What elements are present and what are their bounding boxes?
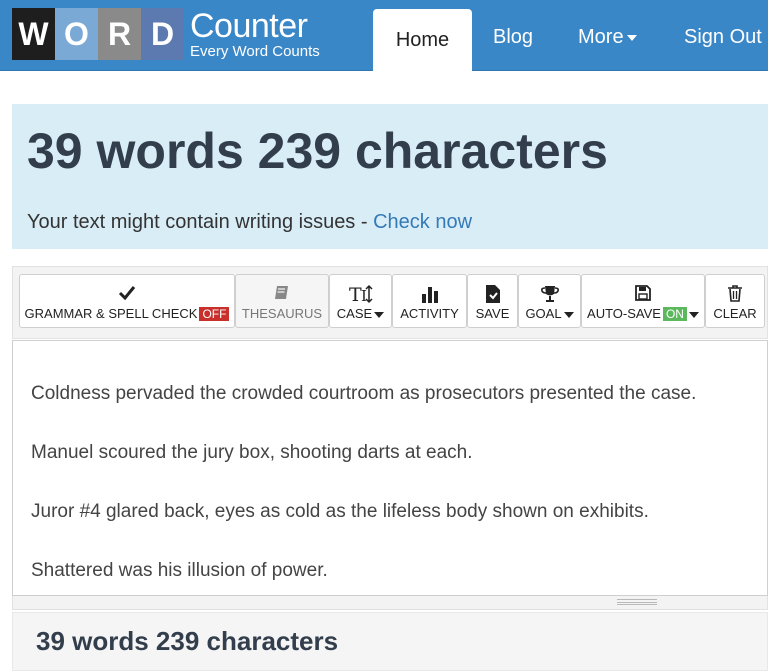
editor-line: Manuel scoured the jury box, shooting da…: [31, 442, 473, 463]
goal-button[interactable]: GOAL: [518, 274, 581, 328]
caret-down-icon: [374, 311, 385, 318]
logo-letter-o: O: [55, 8, 98, 60]
logo-name: Counter: [190, 7, 308, 45]
editor-toolbar: GRAMMAR & SPELL CHECK OFF THESAURUS TI CA…: [12, 266, 768, 339]
checkmark-icon: [20, 283, 234, 303]
editor-line: Shattered was his illusion of power.: [31, 560, 328, 581]
caret-down-icon: [626, 34, 637, 41]
auto-save-label: AUTO-SAVE: [587, 306, 661, 321]
nav-sign-out[interactable]: Sign Out: [684, 26, 762, 49]
nav-more-label: More: [578, 26, 624, 48]
grammar-check-label: GRAMMAR & SPELL CHECK: [24, 306, 198, 321]
thesaurus-button[interactable]: THESAURUS: [235, 274, 329, 328]
caret-down-icon: [563, 311, 574, 318]
thesaurus-label: THESAURUS: [241, 306, 323, 321]
editor-line: Juror #4 glared back, eyes as cold as th…: [31, 501, 649, 522]
count-hero: 39 words 239 characters Your text might …: [12, 104, 768, 249]
caret-down-icon: [688, 311, 699, 318]
book-icon: [236, 283, 328, 303]
activity-button[interactable]: ACTIVITY: [392, 274, 467, 328]
logo-letter-d: D: [141, 8, 184, 60]
auto-save-state-badge: ON: [662, 307, 687, 321]
resize-grip-icon[interactable]: [617, 599, 657, 605]
writing-issues-notice: Your text might contain writing issues -…: [27, 211, 472, 234]
grammar-state-badge: OFF: [199, 307, 230, 321]
logo-tagline: Every Word Counts: [190, 43, 320, 60]
activity-label: ACTIVITY: [400, 306, 459, 321]
clear-label: CLEAR: [713, 306, 757, 321]
logo-letter-r: R: [98, 8, 141, 60]
editor-resize-bar[interactable]: [12, 596, 768, 610]
save-file-icon: [468, 283, 517, 303]
hero-count-title: 39 words 239 characters: [27, 123, 608, 179]
bar-chart-icon: [393, 283, 466, 303]
nav-more[interactable]: More: [578, 26, 637, 49]
check-now-link[interactable]: Check now: [373, 211, 472, 233]
brand-logo[interactable]: W O R D Counter Every Word Counts: [12, 6, 320, 62]
writing-issues-text: Your text might contain writing issues -: [27, 211, 374, 233]
goal-label: GOAL: [525, 306, 562, 321]
svg-text:I: I: [361, 287, 367, 305]
trash-icon: [706, 283, 764, 303]
logo-letter-w: W: [12, 8, 55, 60]
logo-text: Counter Every Word Counts: [190, 9, 320, 59]
nav-home[interactable]: Home: [373, 9, 472, 71]
text-editor[interactable]: Coldness pervaded the crowded courtroom …: [12, 340, 768, 596]
navbar: W O R D Counter Every Word Counts Home B…: [0, 0, 768, 71]
text-case-icon: TI: [330, 283, 391, 306]
case-label: CASE: [336, 306, 373, 321]
save-label: SAVE: [475, 306, 510, 321]
floppy-disk-icon: [582, 283, 704, 303]
count-summary: 39 words 239 characters: [12, 612, 768, 671]
clear-button[interactable]: CLEAR: [705, 274, 765, 328]
trophy-icon: [519, 283, 580, 303]
nav-blog[interactable]: Blog: [493, 26, 533, 49]
summary-count-text: 39 words 239 characters: [36, 626, 339, 656]
case-button[interactable]: TI CASE: [329, 274, 392, 328]
grammar-check-button[interactable]: GRAMMAR & SPELL CHECK OFF: [19, 274, 235, 328]
editor-line: Coldness pervaded the crowded courtroom …: [31, 383, 697, 404]
save-button[interactable]: SAVE: [467, 274, 518, 328]
auto-save-button[interactable]: AUTO-SAVE ON: [581, 274, 705, 328]
